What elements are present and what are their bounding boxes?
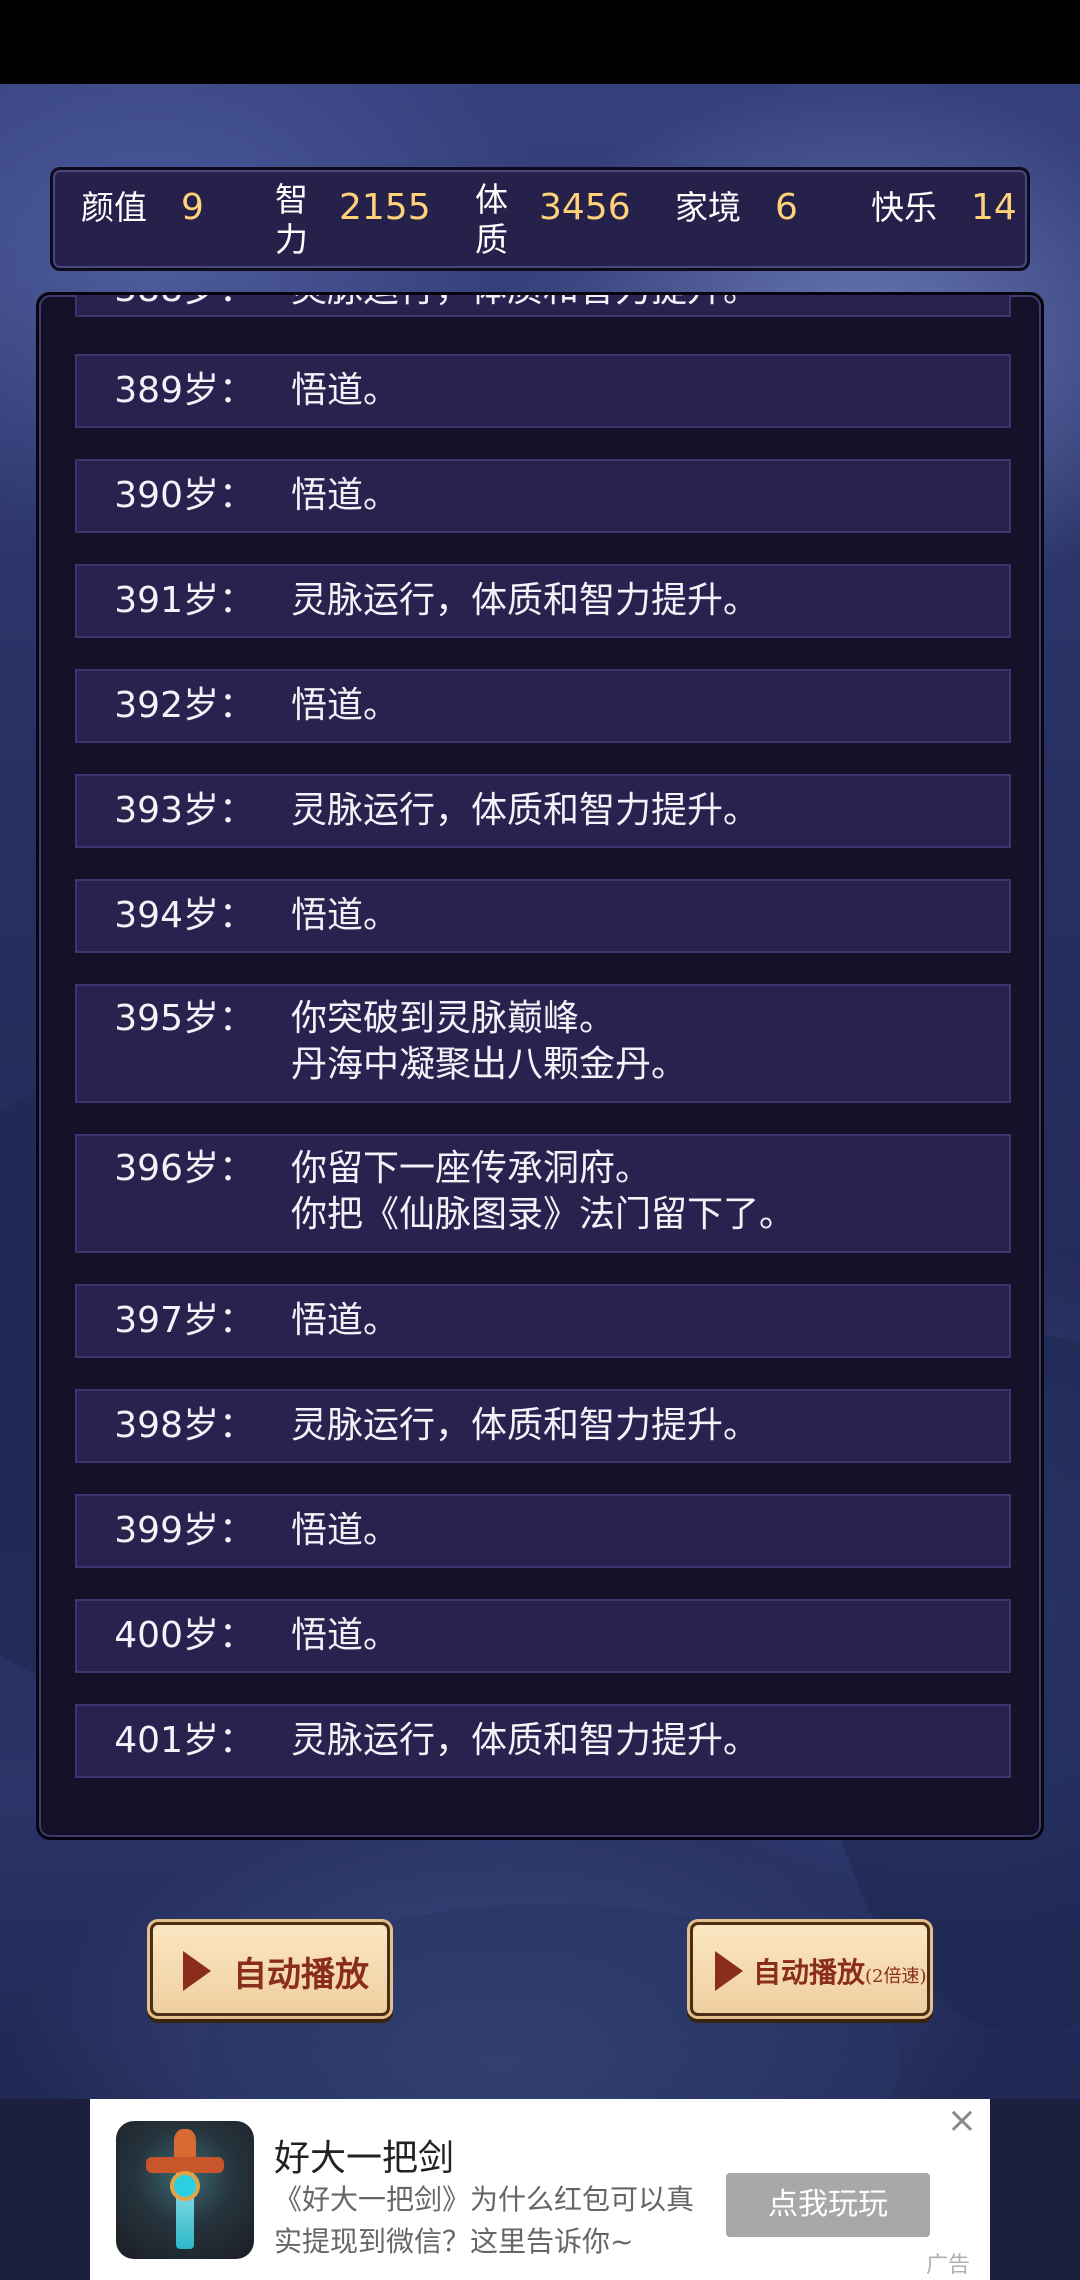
stat-constitution: 体质 3456 (475, 180, 655, 264)
event-text: 灵脉运行，体质和智力提升。 (291, 580, 760, 621)
ad-banner-area: 好大一把剑 《好大一把剑》为什么红包可以真实提现到微信？这里告诉你~ 点我玩玩 … (0, 2099, 1080, 2280)
stats-bar: 颜值 9 智力 2155 体质 3456 家境 6 快乐 14 (50, 167, 1030, 271)
stat-label: 快乐 (871, 188, 937, 227)
event-row: 393岁： 灵脉运行，体质和智力提升。 (75, 774, 1011, 848)
ad-description[interactable]: 《好大一把剑》为什么红包可以真实提现到微信？这里告诉你~ (274, 2179, 714, 2263)
event-age: 396岁： (114, 1148, 255, 1189)
event-row: 395岁： 你突破到灵脉巅峰。 丹海中凝聚出八颗金丹。 (75, 984, 1011, 1103)
auto-play-label: 自动播放 (233, 1955, 369, 1995)
stat-label: 智力 (275, 180, 308, 259)
stat-label: 家境 (675, 188, 741, 227)
stat-value: 2155 (339, 187, 431, 228)
stat-label: 体质 (475, 180, 508, 259)
ad-banner[interactable]: 好大一把剑 《好大一把剑》为什么红包可以真实提现到微信？这里告诉你~ 点我玩玩 … (90, 2099, 990, 2280)
event-age: 395岁： (114, 998, 255, 1039)
auto-play-2x-text: 自动播放 (753, 1956, 866, 1989)
event-age: 389岁： (114, 370, 255, 411)
stat-family: 家境 6 (675, 180, 835, 264)
stat-happiness: 快乐 14 (871, 180, 1021, 264)
event-row: 396岁： 你留下一座传承洞府。 你把《仙脉图录》法门留下了。 (75, 1134, 1011, 1253)
event-row: 391岁： 灵脉运行，体质和智力提升。 (75, 564, 1011, 638)
stat-value: 3456 (539, 187, 631, 228)
event-text: 悟道。 (291, 1615, 400, 1656)
event-text: 灵脉运行，体质和智力提升。 (291, 1720, 760, 1761)
event-row: 388岁： 灵脉运行，体质和智力提升。 (75, 295, 1011, 317)
event-row: 394岁： 悟道。 (75, 879, 1011, 953)
event-age: 401岁： (114, 1720, 255, 1761)
event-text: 你留下一座传承洞府。 (291, 1148, 652, 1189)
close-icon[interactable]: × (946, 2103, 978, 2139)
event-text: 你把《仙脉图录》法门留下了。 (291, 1194, 796, 1235)
event-age: 397岁： (114, 1300, 255, 1341)
event-row: 401岁： 灵脉运行，体质和智力提升。 (75, 1704, 1011, 1778)
stat-value: 9 (181, 187, 204, 228)
status-bar (0, 0, 1080, 84)
event-row: 397岁： 悟道。 (75, 1284, 1011, 1358)
stat-label: 颜值 (81, 188, 147, 227)
event-text: 悟道。 (291, 685, 400, 726)
event-text: 悟道。 (291, 1510, 400, 1551)
event-text: 灵脉运行，体质和智力提升。 (291, 295, 991, 313)
ad-tag: 广告 (926, 2253, 971, 2278)
event-text: 灵脉运行，体质和智力提升。 (291, 790, 760, 831)
event-row: 390岁： 悟道。 (75, 459, 1011, 533)
event-row: 389岁： 悟道。 (75, 354, 1011, 428)
stat-appearance: 颜值 9 (81, 180, 241, 264)
event-row: 399岁： 悟道。 (75, 1494, 1011, 1568)
auto-play-2x-label: 自动播放(2倍速) (753, 1951, 927, 1991)
event-text: 悟道。 (291, 895, 400, 936)
play-icon (715, 1951, 743, 1991)
auto-play-2x-button[interactable]: 自动播放(2倍速) (690, 1922, 930, 2016)
sword-gem (170, 2171, 200, 2201)
event-age: 391岁： (114, 580, 255, 621)
game-app-icon[interactable] (116, 2121, 254, 2259)
event-age: 394岁： (114, 895, 255, 936)
stat-intelligence: 智力 2155 (275, 180, 455, 264)
event-age: 398岁： (114, 1405, 255, 1446)
event-age: 400岁： (114, 1615, 255, 1656)
event-age: 393岁： (114, 790, 255, 831)
event-row: 392岁： 悟道。 (75, 669, 1011, 743)
event-row: 400岁： 悟道。 (75, 1599, 1011, 1673)
event-text: 悟道。 (291, 1300, 400, 1341)
auto-play-2x-speed: (2倍速) (865, 1966, 927, 1987)
event-text: 悟道。 (291, 475, 400, 516)
ad-cta-button[interactable]: 点我玩玩 (726, 2173, 930, 2237)
event-age: 392岁： (114, 685, 255, 726)
event-text: 悟道。 (291, 370, 400, 411)
play-icon (183, 1951, 211, 1991)
stat-value: 14 (971, 187, 1017, 228)
auto-play-button[interactable]: 自动播放 (150, 1922, 390, 2016)
event-text: 丹海中凝聚出八颗金丹。 (291, 1044, 688, 1085)
sword-pommel (174, 2129, 196, 2159)
event-text: 你突破到灵脉巅峰。 (291, 998, 616, 1039)
event-age: 388岁： (77, 295, 255, 313)
event-row: 398岁： 灵脉运行，体质和智力提升。 (75, 1389, 1011, 1463)
ad-title[interactable]: 好大一把剑 (274, 2129, 454, 2181)
event-text: 灵脉运行，体质和智力提升。 (291, 1405, 760, 1446)
event-age: 399岁： (114, 1510, 255, 1551)
stat-value: 6 (775, 187, 798, 228)
event-age: 390岁： (114, 475, 255, 516)
event-log-panel[interactable]: 388岁： 灵脉运行，体质和智力提升。 389岁： 悟道。 390岁： 悟道。 … (36, 292, 1044, 1840)
